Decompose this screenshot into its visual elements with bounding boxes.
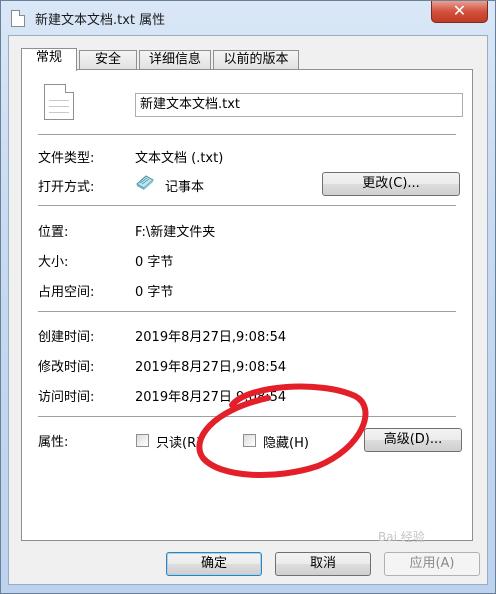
- file-type-label: 文件类型:: [38, 151, 95, 166]
- file-name-field[interactable]: 新建文本文档.txt: [135, 93, 463, 117]
- dialog-client: 常规 安全 详细信息 以前的版本 新建文本文档.txt 文件类型: 文本文档 (…: [8, 35, 488, 585]
- text-document-icon: [44, 84, 74, 120]
- accessed-label: 访问时间:: [38, 390, 95, 405]
- properties-window: 新建文本文档.txt 属性 ✕ 常规 安全 详细信息 以前的版本 新建文本文档.…: [0, 0, 496, 594]
- file-type-value: 文本文档 (.txt): [135, 151, 224, 166]
- hidden-label[interactable]: 隐藏(H): [263, 432, 309, 451]
- size-on-disk-value: 0 字节: [135, 285, 174, 300]
- location-value: F:\新建文件夹: [135, 225, 216, 240]
- tab-details[interactable]: 详细信息: [139, 50, 211, 70]
- tab-security[interactable]: 安全: [79, 50, 137, 70]
- change-button[interactable]: 更改(C)...: [322, 172, 460, 196]
- apply-button[interactable]: 应用(A): [384, 552, 480, 576]
- text-file-icon: [11, 10, 25, 27]
- separator: [38, 416, 456, 417]
- ok-button[interactable]: 确定: [166, 552, 262, 576]
- size-label: 大小:: [38, 255, 69, 270]
- tab-previous-versions[interactable]: 以前的版本: [213, 50, 299, 70]
- hidden-checkbox[interactable]: [243, 434, 256, 447]
- opens-with-value: 记事本: [165, 180, 205, 195]
- tab-general[interactable]: 常规: [21, 48, 77, 71]
- watermark: Bai 经验: [378, 530, 425, 544]
- close-button[interactable]: ✕: [431, 1, 488, 23]
- size-on-disk-label: 占用空间:: [38, 285, 95, 300]
- readonly-label[interactable]: 只读(R): [156, 432, 201, 451]
- location-label: 位置:: [38, 225, 69, 240]
- cancel-button[interactable]: 取消: [275, 552, 371, 576]
- size-value: 0 字节: [135, 255, 174, 270]
- attributes-label: 属性:: [38, 435, 69, 450]
- created-label: 创建时间:: [38, 330, 95, 345]
- modified-value: 2019年8月27日,9:08:54: [135, 360, 287, 375]
- advanced-button[interactable]: 高级(D)...: [364, 428, 462, 452]
- general-panel: 新建文本文档.txt 文件类型: 文本文档 (.txt) 打开方式: 记事本 更…: [21, 69, 473, 541]
- readonly-checkbox[interactable]: [136, 434, 149, 447]
- accessed-value: 2019年8月27日,9:08:54: [135, 390, 287, 405]
- created-value: 2019年8月27日,9:08:54: [135, 330, 287, 345]
- modified-label: 修改时间:: [38, 360, 95, 375]
- window-title: 新建文本文档.txt 属性: [35, 13, 166, 28]
- notepad-icon: [136, 175, 154, 190]
- title-bar[interactable]: 新建文本文档.txt 属性 ✕: [1, 1, 495, 35]
- separator: [38, 311, 456, 312]
- separator: [38, 134, 456, 135]
- opens-with-label: 打开方式:: [38, 180, 95, 195]
- separator: [38, 205, 456, 206]
